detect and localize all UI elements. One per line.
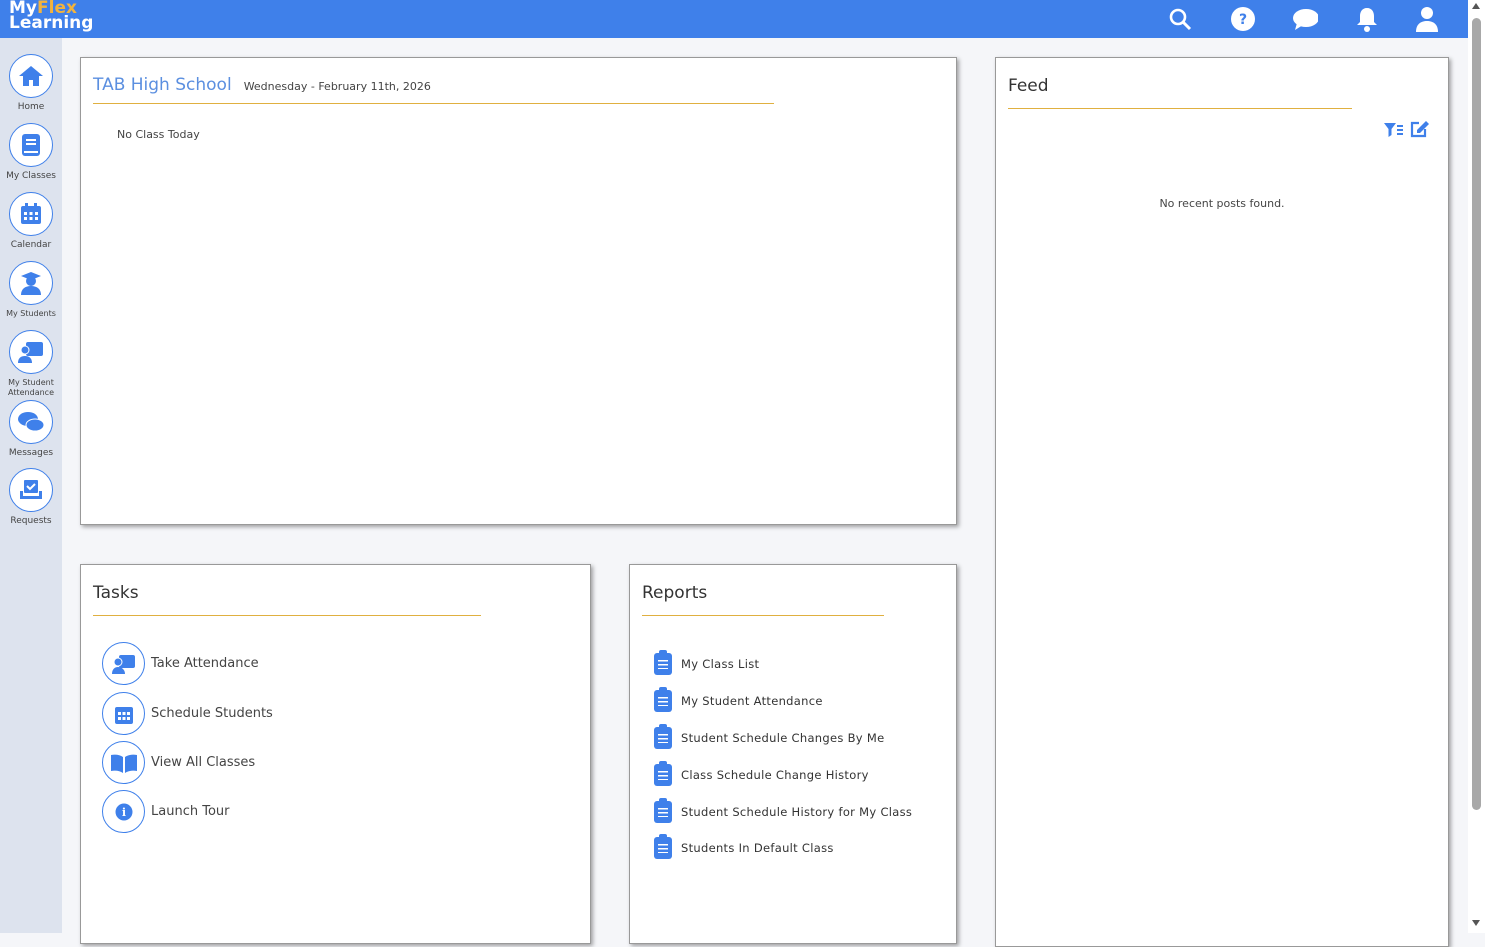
svg-text:?: ?	[1239, 12, 1247, 28]
sidebar-item-label: My Classes	[6, 171, 56, 181]
top-bar: MyFlex Learning ?	[0, 0, 1468, 38]
no-posts-message: No recent posts found.	[1159, 197, 1285, 210]
report-link[interactable]: My Student Attendance	[654, 687, 823, 712]
open-book-icon	[102, 741, 145, 784]
search-icon[interactable]	[1167, 6, 1193, 32]
divider	[93, 103, 774, 104]
clipboard-list-icon	[654, 650, 672, 675]
home-icon	[9, 54, 53, 98]
comments-icon	[9, 400, 53, 444]
scrollbar[interactable]	[1468, 0, 1485, 933]
report-label: My Class List	[681, 657, 760, 671]
clipboard-list-icon	[654, 798, 672, 823]
logo-learning: Learning	[9, 13, 94, 33]
task-launch-tour[interactable]: i Launch Tour	[102, 790, 229, 833]
calendar-icon	[9, 192, 53, 236]
report-label: Students In Default Class	[681, 841, 834, 855]
sidebar-item-label: My Student Attendance	[8, 378, 54, 397]
no-class-message: No Class Today	[117, 128, 200, 141]
report-link[interactable]: Student Schedule History for My Class	[654, 798, 913, 823]
report-label: My Student Attendance	[681, 694, 823, 708]
graduate-icon	[9, 261, 53, 305]
task-view-all-classes[interactable]: View All Classes	[102, 741, 255, 784]
clipboard-list-icon	[654, 834, 672, 859]
tasks-card: Tasks Take Attendance Schedule Students …	[80, 564, 591, 944]
current-date: Wednesday - February 11th, 2026	[243, 80, 431, 93]
tasks-title: Tasks	[93, 583, 139, 603]
sidebar-item-home[interactable]: Home	[0, 54, 62, 112]
school-card: TAB High School Wednesday - February 11t…	[80, 57, 957, 525]
sidebar: Home My Classes Calendar My Students My …	[0, 38, 62, 933]
clipboard-list-icon	[654, 724, 672, 749]
feed-card: Feed No recent posts found.	[995, 57, 1449, 947]
sidebar-item-label: Messages	[8, 448, 54, 458]
task-label: Launch Tour	[151, 804, 230, 819]
sidebar-item-my-students[interactable]: My Students	[0, 261, 62, 318]
sidebar-item-calendar[interactable]: Calendar	[0, 192, 62, 250]
sidebar-item-label: Requests	[10, 516, 52, 526]
divider	[1008, 108, 1352, 109]
report-link[interactable]: Student Schedule Changes By Me	[654, 724, 885, 749]
book-icon	[9, 123, 53, 167]
sidebar-item-requests[interactable]: Requests	[0, 468, 62, 526]
task-label: Take Attendance	[151, 656, 259, 671]
sidebar-item-label: Home	[17, 102, 45, 112]
bell-icon[interactable]	[1354, 6, 1380, 32]
report-label: Class Schedule Change History	[681, 768, 869, 782]
scrollbar-thumb[interactable]	[1472, 18, 1481, 810]
divider	[642, 615, 884, 616]
report-link[interactable]: Students In Default Class	[654, 834, 834, 859]
school-title: TAB High School	[93, 75, 232, 95]
report-link[interactable]: Class Schedule Change History	[654, 761, 869, 786]
task-take-attendance[interactable]: Take Attendance	[102, 642, 259, 685]
scroll-down-icon[interactable]	[1472, 920, 1480, 926]
svg-text:i: i	[121, 806, 125, 819]
sidebar-item-my-classes[interactable]: My Classes	[0, 123, 62, 181]
filter-list-icon[interactable]	[1384, 122, 1404, 142]
sidebar-item-messages[interactable]: Messages	[0, 400, 62, 458]
teacher-board-icon	[102, 642, 145, 685]
inbox-check-icon	[9, 468, 53, 512]
clipboard-list-icon	[654, 761, 672, 786]
task-label: Schedule Students	[151, 706, 273, 721]
school-header: TAB High School Wednesday - February 11t…	[93, 75, 431, 95]
task-schedule-students[interactable]: Schedule Students	[102, 692, 273, 735]
sidebar-item-my-student-attendance[interactable]: My Student Attendance	[0, 330, 62, 398]
help-icon[interactable]: ?	[1230, 6, 1256, 32]
edit-post-icon[interactable]	[1410, 120, 1430, 142]
reports-card: Reports My Class List My Student Attenda…	[629, 564, 957, 944]
info-icon: i	[102, 790, 145, 833]
user-icon[interactable]	[1414, 6, 1440, 32]
logo[interactable]: MyFlex Learning	[9, 0, 94, 33]
reports-title: Reports	[642, 583, 708, 603]
clipboard-list-icon	[654, 687, 672, 712]
scroll-up-icon[interactable]	[1472, 3, 1480, 9]
teacher-board-icon	[9, 330, 53, 374]
divider	[93, 615, 481, 616]
report-label: Student Schedule Changes By Me	[681, 731, 885, 745]
sidebar-item-label: Calendar	[10, 240, 52, 250]
calendar-icon	[102, 692, 145, 735]
feed-title: Feed	[1008, 76, 1049, 96]
chat-icon[interactable]	[1292, 6, 1318, 32]
sidebar-item-label: My Students	[6, 309, 56, 318]
task-label: View All Classes	[151, 755, 256, 770]
report-label: Student Schedule History for My Class	[681, 805, 913, 819]
report-link[interactable]: My Class List	[654, 650, 760, 675]
